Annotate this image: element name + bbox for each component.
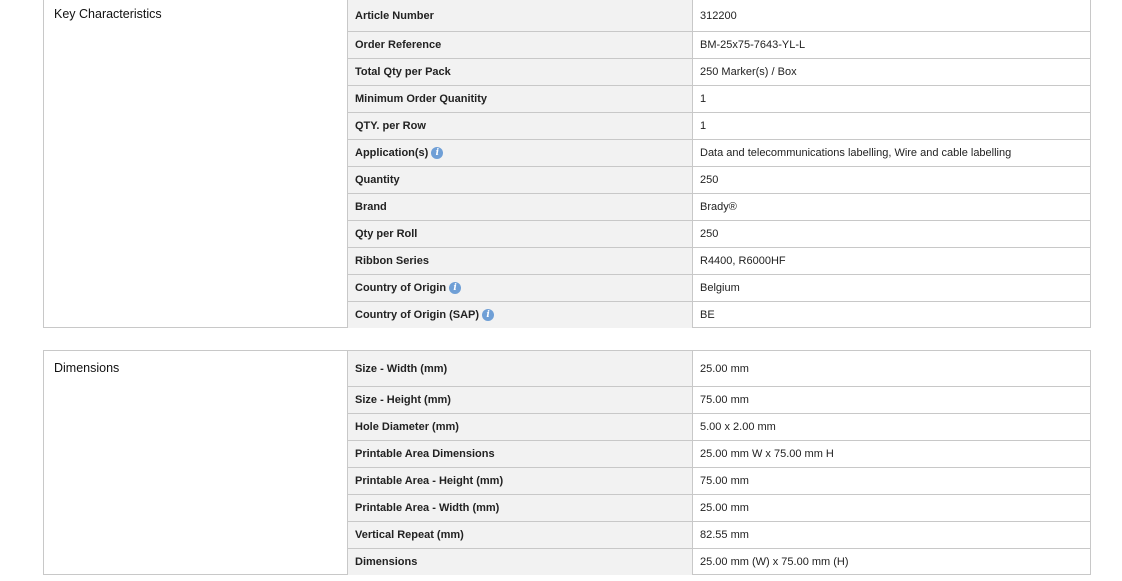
row-label: Order Reference bbox=[347, 32, 693, 58]
row-value: Belgium bbox=[700, 282, 740, 294]
row-value: 75.00 mm bbox=[700, 475, 749, 487]
table-row: Qty per Roll 250 bbox=[347, 221, 1090, 248]
row-label: Printable Area - Height (mm) bbox=[347, 468, 693, 494]
row-label: Size - Height (mm) bbox=[347, 387, 693, 413]
table-row: QTY. per Row 1 bbox=[347, 113, 1090, 140]
row-label: Brand bbox=[347, 194, 693, 220]
row-value: BM-25x75-7643-YL-L bbox=[700, 39, 806, 51]
row-label: Hole Diameter (mm) bbox=[347, 414, 693, 440]
row-label: Country of Origin (SAP) i bbox=[347, 302, 693, 328]
row-label: Minimum Order Quanitity bbox=[347, 86, 693, 112]
row-label: Dimensions bbox=[347, 549, 693, 575]
row-label: Article Number bbox=[347, 0, 693, 31]
table-row: Ribbon Series R4400, R6000HF bbox=[347, 248, 1090, 275]
table-row: Printable Area Dimensions 25.00 mm W x 7… bbox=[347, 441, 1090, 468]
table-row: Country of Origin i Belgium bbox=[347, 275, 1090, 302]
table-row: Brand Brady® bbox=[347, 194, 1090, 221]
row-value: 312200 bbox=[700, 9, 737, 22]
row-value: 75.00 mm bbox=[700, 394, 749, 406]
row-value: Data and telecommunications labelling, W… bbox=[700, 147, 1012, 159]
table-row: Vertical Repeat (mm) 82.55 mm bbox=[347, 522, 1090, 549]
row-value: BE bbox=[700, 309, 715, 321]
row-value: 250 Marker(s) / Box bbox=[700, 66, 797, 78]
row-value: 25.00 mm W x 75.00 mm H bbox=[700, 448, 834, 460]
table-row: Quantity 250 bbox=[347, 167, 1090, 194]
row-label: Vertical Repeat (mm) bbox=[347, 522, 693, 548]
row-label: Printable Area - Width (mm) bbox=[347, 495, 693, 521]
row-value: 25.00 mm (W) x 75.00 mm (H) bbox=[700, 556, 849, 568]
row-value: 25.00 mm bbox=[700, 502, 749, 514]
table-row: Minimum Order Quanitity 1 bbox=[347, 86, 1090, 113]
table-row: Hole Diameter (mm) 5.00 x 2.00 mm bbox=[347, 414, 1090, 441]
row-label: Country of Origin i bbox=[347, 275, 693, 301]
table-row: Dimensions 25.00 mm (W) x 75.00 mm (H) bbox=[347, 549, 1090, 575]
row-value: 25.00 mm bbox=[700, 362, 749, 375]
row-label: Quantity bbox=[347, 167, 693, 193]
row-label: QTY. per Row bbox=[347, 113, 693, 139]
row-value: 1 bbox=[700, 93, 707, 105]
info-icon[interactable]: i bbox=[449, 282, 462, 294]
row-label: Size - Width (mm) bbox=[347, 351, 693, 386]
info-icon[interactable]: i bbox=[431, 147, 444, 159]
row-value: 250 bbox=[700, 174, 719, 186]
key-characteristics-rows: Article Number 312200 Order Reference BM… bbox=[347, 0, 1090, 328]
row-label: Ribbon Series bbox=[347, 248, 693, 274]
key-characteristics-section: Key Characteristics Article Number 31220… bbox=[43, 0, 1091, 328]
table-row: Size - Height (mm) 75.00 mm bbox=[347, 387, 1090, 414]
table-row: Order Reference BM-25x75-7643-YL-L bbox=[347, 32, 1090, 59]
section-title-key-characteristics: Key Characteristics bbox=[54, 7, 162, 21]
row-label: Printable Area Dimensions bbox=[347, 441, 693, 467]
table-row: Application(s) i Data and telecommunicati… bbox=[347, 140, 1090, 167]
table-row: Printable Area - Height (mm) 75.00 mm bbox=[347, 468, 1090, 495]
table-row: Country of Origin (SAP) i BE bbox=[347, 302, 1090, 328]
info-icon[interactable]: i bbox=[482, 309, 495, 321]
row-label: Qty per Roll bbox=[347, 221, 693, 247]
table-row: Size - Width (mm) 25.00 mm bbox=[347, 351, 1090, 387]
section-title-dimensions: Dimensions bbox=[54, 361, 120, 375]
row-value: 250 bbox=[700, 228, 719, 240]
row-value: 5.00 x 2.00 mm bbox=[700, 421, 776, 433]
row-label: Total Qty per Pack bbox=[347, 59, 693, 85]
row-label: Application(s) i bbox=[347, 140, 693, 166]
dimensions-section: Dimensions Size - Width (mm) 25.00 mm Si… bbox=[43, 350, 1091, 575]
table-row: Article Number 312200 bbox=[347, 0, 1090, 32]
table-row: Printable Area - Width (mm) 25.00 mm bbox=[347, 495, 1090, 522]
row-value: 82.55 mm bbox=[700, 529, 749, 541]
row-value: Brady® bbox=[700, 201, 737, 213]
table-row: Total Qty per Pack 250 Marker(s) / Box bbox=[347, 59, 1090, 86]
row-value: R4400, R6000HF bbox=[700, 255, 786, 267]
row-value: 1 bbox=[700, 120, 707, 132]
dimensions-rows: Size - Width (mm) 25.00 mm Size - Height… bbox=[347, 351, 1090, 575]
